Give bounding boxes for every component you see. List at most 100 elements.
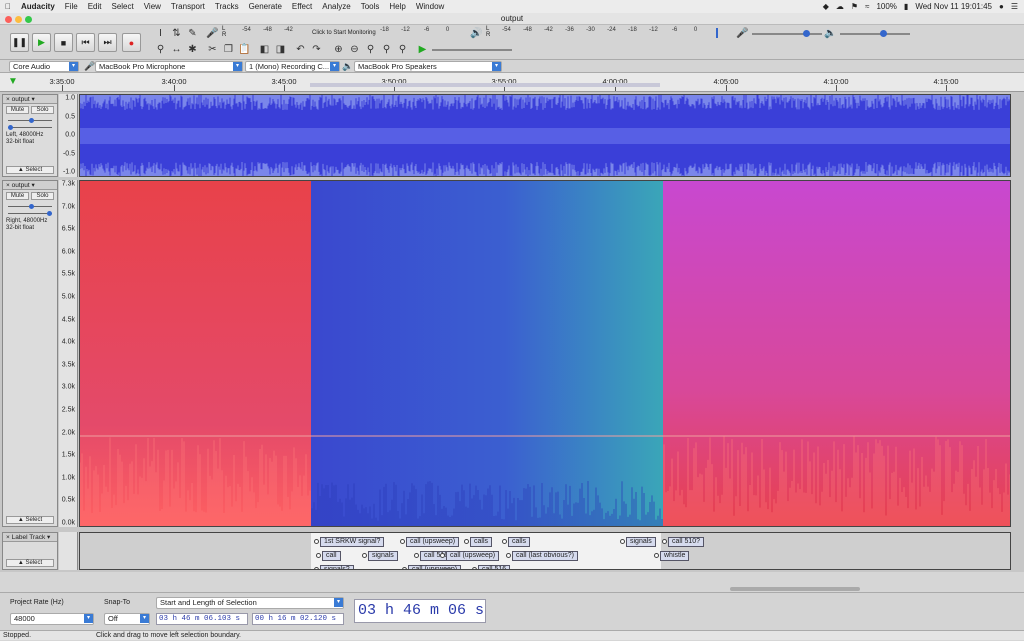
zoom-tool-icon[interactable]: ⚲ bbox=[154, 43, 167, 56]
undo-icon[interactable]: ↶ bbox=[294, 43, 307, 56]
volume-icon[interactable]: 🔈 bbox=[824, 27, 837, 40]
fit-project-icon[interactable]: ⚲ bbox=[380, 43, 393, 56]
monitor-label[interactable]: Click to Start Monitoring bbox=[312, 30, 376, 36]
snap-to-select[interactable]: Off ▾ bbox=[104, 613, 150, 625]
label-pin-icon[interactable] bbox=[314, 567, 319, 569]
play-meter-scale[interactable]: -54 -48 -42 -36 -30 -24 -18 -12 -6 0 bbox=[496, 27, 706, 36]
selection-start-field[interactable]: 03 h 46 m 06.103 s bbox=[156, 613, 248, 625]
frequency-scale[interactable]: 7.3k 7.0k 6.5k 6.0k 5.5k 5.0k 4.5k 4.0k 3.5k 3.0k… bbox=[59, 180, 78, 527]
label-pin-icon[interactable] bbox=[654, 553, 659, 558]
audio-position-display[interactable]: 03 h 46 m 06 s bbox=[354, 599, 486, 623]
menu-effect[interactable]: Effect bbox=[287, 0, 317, 13]
zoom-in-icon[interactable]: ⊕ bbox=[332, 43, 345, 56]
label-track-panel[interactable]: × Label Track ▾ ▲ Select bbox=[2, 532, 58, 570]
pan-slider-knob[interactable] bbox=[8, 125, 13, 130]
flag-icon[interactable]: ⚑ bbox=[851, 2, 858, 11]
apple-icon[interactable]:  bbox=[0, 0, 16, 13]
recording-device-select[interactable]: MacBook Pro Microphone ▾ bbox=[95, 61, 243, 72]
label-pin-icon[interactable] bbox=[414, 553, 419, 558]
cut-icon[interactable]: ✂ bbox=[206, 43, 219, 56]
playback-device-select[interactable]: MacBook Pro Speakers ▾ bbox=[354, 61, 502, 72]
mic-volume-icon[interactable]: 🎤 bbox=[736, 27, 749, 40]
solo-button[interactable]: Solo bbox=[31, 192, 54, 200]
label-pin-icon[interactable] bbox=[440, 553, 445, 558]
redo-icon[interactable]: ↷ bbox=[310, 43, 323, 56]
pan-slider-knob[interactable] bbox=[47, 211, 52, 216]
label-item[interactable]: calls bbox=[508, 537, 531, 547]
label-pin-icon[interactable] bbox=[402, 567, 407, 569]
spectrogram-view[interactable] bbox=[79, 180, 1011, 527]
label-pin-icon[interactable] bbox=[620, 539, 625, 544]
timeshift-tool-icon[interactable]: ↔ bbox=[170, 43, 183, 56]
cloud-icon[interactable]: ☁ bbox=[836, 2, 844, 11]
audio-host-select[interactable]: Core Audio ▾ bbox=[9, 61, 79, 72]
track-control-panel-right[interactable]: × output ▾ Mute Solo Right, 48000Hz 32-bit… bbox=[2, 180, 58, 527]
label-item[interactable]: calls bbox=[470, 537, 493, 547]
zoom-out-icon[interactable]: ⊖ bbox=[348, 43, 361, 56]
skip-start-button[interactable]: ⏮ bbox=[76, 33, 95, 52]
gain-pan-sliders[interactable] bbox=[3, 116, 57, 130]
label-pin-icon[interactable] bbox=[314, 539, 319, 544]
label-pin-icon[interactable] bbox=[316, 553, 321, 558]
label-track-name-menu[interactable]: × Label Track ▾ bbox=[3, 533, 57, 542]
draw-tool-icon[interactable]: ✎ bbox=[186, 27, 199, 40]
menu-tracks[interactable]: Tracks bbox=[210, 0, 244, 13]
label-pin-icon[interactable] bbox=[464, 539, 469, 544]
fit-selection-icon[interactable]: ⚲ bbox=[364, 43, 377, 56]
select-track-button[interactable]: ▲ Select bbox=[6, 166, 54, 174]
envelope-tool-icon[interactable]: ⇅ bbox=[170, 27, 183, 40]
amplitude-scale[interactable]: 1.0 0.5 0.0 -0.5 -1.0 bbox=[59, 94, 78, 177]
multi-tool-icon[interactable]: ✱ bbox=[186, 43, 199, 56]
waveform-view[interactable] bbox=[79, 94, 1011, 177]
menu-select[interactable]: Select bbox=[106, 0, 138, 13]
record-volume-slider[interactable] bbox=[752, 33, 822, 35]
record-volume-knob[interactable] bbox=[803, 30, 810, 37]
label-item[interactable]: call (upsweep) bbox=[408, 565, 462, 569]
label-pin-icon[interactable] bbox=[362, 553, 367, 558]
menu-list-icon[interactable]: ☰ bbox=[1011, 2, 1018, 11]
menu-tools[interactable]: Tools bbox=[356, 0, 385, 13]
minimize-window-button[interactable] bbox=[15, 16, 22, 23]
selection-mode-select[interactable]: Start and Length of Selection ▾ bbox=[156, 597, 344, 609]
select-track-button[interactable]: ▲ Select bbox=[6, 516, 54, 524]
project-rate-select[interactable]: 48000 ▾ bbox=[10, 613, 94, 625]
menu-app[interactable]: Audacity bbox=[16, 0, 60, 13]
label-item[interactable]: call bbox=[322, 551, 341, 561]
pinned-play-head-icon[interactable]: ▼ bbox=[8, 76, 18, 87]
silence-icon[interactable]: ◨ bbox=[274, 43, 287, 56]
label-item[interactable]: call 516 bbox=[478, 565, 511, 569]
copy-icon[interactable]: ❐ bbox=[222, 43, 235, 56]
solo-button[interactable]: Solo bbox=[31, 106, 54, 114]
play-speed-slider[interactable] bbox=[432, 49, 512, 51]
label-track-view[interactable]: 1st SRKW signal? call signals call (upsweep… bbox=[79, 532, 1011, 570]
menu-analyze[interactable]: Analyze bbox=[317, 0, 355, 13]
menu-view[interactable]: View bbox=[139, 0, 166, 13]
wifi-icon[interactable]: ≈ bbox=[865, 2, 869, 11]
label-item[interactable]: signals? bbox=[320, 565, 354, 569]
paste-icon[interactable]: 📋 bbox=[238, 43, 251, 56]
menu-window[interactable]: Window bbox=[411, 0, 449, 13]
selection-tool-icon[interactable]: I bbox=[154, 27, 167, 40]
record-meter-scale-right[interactable]: -18 -12 -6 0 bbox=[374, 27, 458, 36]
label-item[interactable]: call (upsweep) bbox=[406, 537, 460, 547]
speaker-icon[interactable]: 🔊 bbox=[470, 27, 483, 40]
menu-help[interactable]: Help bbox=[384, 0, 410, 13]
label-item[interactable]: call 510? bbox=[668, 537, 705, 547]
zoom-window-button[interactable] bbox=[25, 16, 32, 23]
selection-length-field[interactable]: 00 h 16 m 02.120 s bbox=[252, 613, 344, 625]
label-item[interactable]: call (last obvious?) bbox=[512, 551, 578, 561]
label-item[interactable]: whistle bbox=[660, 551, 690, 561]
track-control-panel-left[interactable]: × output ▾ Mute Solo Left, 48000Hz 32-bit … bbox=[2, 94, 58, 177]
playback-volume-slider[interactable] bbox=[840, 33, 910, 35]
close-window-button[interactable] bbox=[5, 16, 12, 23]
label-pin-icon[interactable] bbox=[472, 567, 477, 569]
play-at-speed-icon[interactable]: ▶ bbox=[416, 43, 429, 56]
user-icon[interactable]: ● bbox=[999, 2, 1004, 11]
menu-transport[interactable]: Transport bbox=[166, 0, 210, 13]
menu-generate[interactable]: Generate bbox=[244, 0, 287, 13]
label-item[interactable]: call (upsweep) bbox=[446, 551, 500, 561]
play-button[interactable]: ▶ bbox=[32, 33, 51, 52]
clock[interactable]: Wed Nov 11 19:01:45 bbox=[915, 2, 992, 11]
record-button[interactable]: ● bbox=[122, 33, 141, 52]
gain-slider-knob[interactable] bbox=[29, 204, 34, 209]
